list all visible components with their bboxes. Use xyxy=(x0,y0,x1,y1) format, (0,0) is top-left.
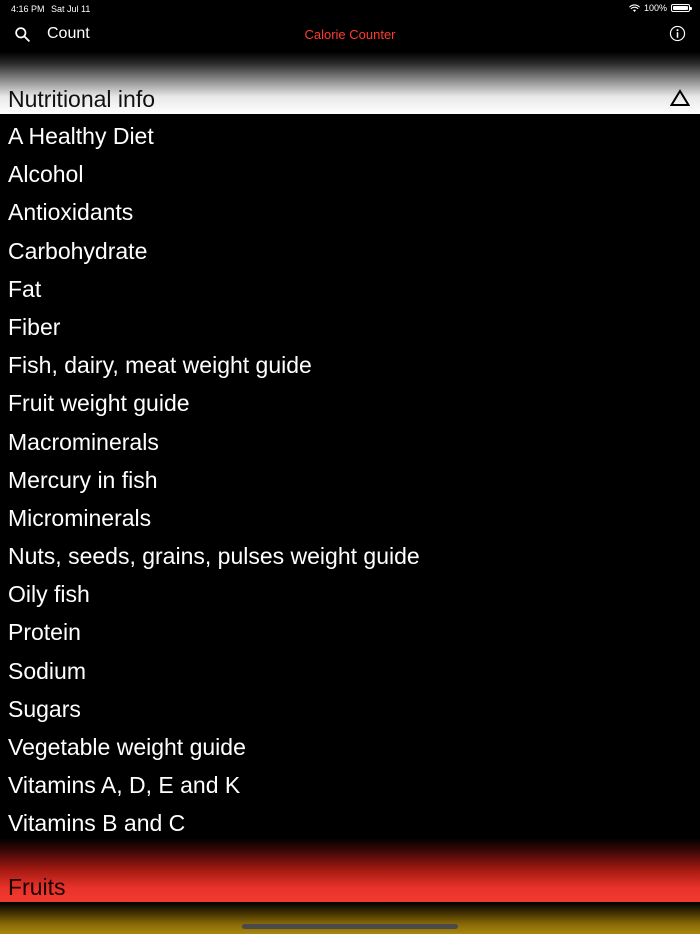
list-item[interactable]: Sodium xyxy=(0,652,700,690)
list-item[interactable]: Vitamins A, D, E and K xyxy=(0,766,700,804)
section-header-next[interactable] xyxy=(0,902,700,934)
list-item[interactable]: Fruit weight guide xyxy=(0,384,700,422)
list-item[interactable]: A Healthy Diet xyxy=(0,117,700,155)
list-item[interactable]: Macrominerals xyxy=(0,423,700,461)
list-item[interactable]: Vitamins B and C xyxy=(0,804,700,842)
status-time: 4:16 PM xyxy=(11,4,45,14)
info-icon[interactable] xyxy=(669,25,686,42)
status-right: 100% xyxy=(629,3,692,13)
list-item[interactable]: Fiber xyxy=(0,308,700,346)
list-item[interactable]: Microminerals xyxy=(0,499,700,537)
list-item[interactable]: Carbohydrate xyxy=(0,232,700,270)
list-item[interactable]: Protein xyxy=(0,613,700,651)
page-title: Calorie Counter xyxy=(304,27,396,42)
list-item[interactable]: Nuts, seeds, grains, pulses weight guide xyxy=(0,537,700,575)
nutrition-list: A Healthy Diet Alcohol Antioxidants Carb… xyxy=(0,117,700,843)
nav-bar: Count Calorie Counter xyxy=(0,18,700,52)
list-item[interactable]: Fish, dairy, meat weight guide xyxy=(0,346,700,384)
home-indicator[interactable] xyxy=(242,924,458,929)
list-item[interactable]: Antioxidants xyxy=(0,193,700,231)
battery-percent: 100% xyxy=(643,3,667,13)
list-item[interactable]: Vegetable weight guide xyxy=(0,728,700,766)
status-bar: 4:16 PM Sat Jul 11 100% xyxy=(0,0,700,18)
list-item[interactable]: Sugars xyxy=(0,690,700,728)
list-item[interactable]: Oily fish xyxy=(0,575,700,613)
list-item[interactable]: Fat xyxy=(0,270,700,308)
section-title: Nutritional info xyxy=(8,86,156,112)
status-date: Sat Jul 11 xyxy=(51,4,91,14)
section-header-fruits[interactable]: Fruits xyxy=(0,838,700,902)
section-header-nutritional-info[interactable]: Nutritional info xyxy=(0,52,700,114)
triangle-up-icon[interactable] xyxy=(670,89,690,107)
battery-icon xyxy=(671,4,692,12)
list-item[interactable]: Alcohol xyxy=(0,155,700,193)
wifi-icon xyxy=(629,3,640,12)
list-item[interactable]: Mercury in fish xyxy=(0,461,700,499)
section-title: Fruits xyxy=(8,874,66,900)
